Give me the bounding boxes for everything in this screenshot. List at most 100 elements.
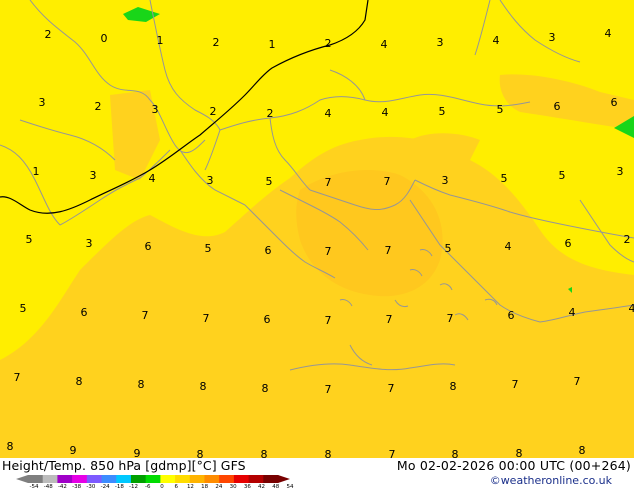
scale-swatch	[146, 475, 161, 483]
value-label: 7	[142, 309, 149, 322]
scale-swatch	[204, 475, 219, 483]
value-label: 7	[384, 175, 391, 188]
value-label: 0	[101, 32, 108, 45]
scale-swatch	[102, 475, 117, 483]
value-label: 8	[325, 448, 332, 458]
scale-swatch	[234, 475, 249, 483]
value-label: 8	[76, 375, 83, 388]
value-label: 6	[264, 313, 271, 326]
value-label: 5	[266, 175, 273, 188]
scale-swatch	[219, 475, 234, 483]
value-label: 4	[505, 240, 512, 253]
value-label: 4	[569, 306, 576, 319]
value-label: 5	[439, 105, 446, 118]
scale-swatch	[175, 475, 190, 483]
value-label: 8	[200, 380, 207, 393]
value-label: 5	[445, 242, 452, 255]
color-scale	[16, 474, 296, 484]
scale-swatch	[160, 475, 175, 483]
scale-tick-label: 54	[287, 484, 294, 490]
scale-tick-label: -48	[44, 484, 53, 490]
scale-swatch	[249, 475, 264, 483]
scale-arrow-right	[278, 475, 290, 483]
value-label: 6	[565, 237, 572, 250]
map-title: Height/Temp. 850 hPa [gdmp][°C] GFS	[2, 458, 246, 473]
value-label: 3	[152, 103, 159, 116]
value-label: 6	[508, 309, 515, 322]
scale-tick-label: -38	[72, 484, 81, 490]
value-label: 4	[493, 34, 500, 47]
scale-tick-label: 24	[215, 484, 222, 490]
value-label: 3	[86, 237, 93, 250]
scale-swatch	[43, 475, 58, 483]
value-label: 1	[269, 38, 276, 51]
value-label: 9	[134, 447, 141, 458]
scale-tick-label: -30	[86, 484, 95, 490]
scale-swatch	[87, 475, 102, 483]
value-label: 6	[81, 306, 88, 319]
value-label: 8	[262, 382, 269, 395]
scale-tick-label: 36	[244, 484, 251, 490]
value-label: 3	[39, 96, 46, 109]
value-label: 6	[145, 240, 152, 253]
value-label: 6	[265, 244, 272, 257]
value-label: 7	[325, 383, 332, 396]
scale-tick-label: 0	[160, 484, 164, 490]
scale-tick-label: -54	[30, 484, 39, 490]
value-label: 8	[579, 444, 586, 457]
value-label: 8	[450, 380, 457, 393]
value-label: 2	[267, 107, 274, 120]
value-label: 1	[157, 34, 164, 47]
value-label: 2	[325, 37, 332, 50]
value-label: 4	[629, 302, 634, 315]
scale-tick-label: 18	[201, 484, 208, 490]
value-label: 8	[138, 378, 145, 391]
value-label: 3	[207, 174, 214, 187]
value-label: 5	[205, 242, 212, 255]
value-label: 5	[559, 169, 566, 182]
value-label: 8	[7, 440, 14, 453]
value-label: 5	[497, 103, 504, 116]
footer: Height/Temp. 850 hPa [gdmp][°C] GFS Mo 0…	[0, 458, 634, 490]
weather-map: 2012124343432322445566134357735535365677…	[0, 0, 634, 458]
value-label: 7	[203, 312, 210, 325]
value-label: 2	[213, 36, 220, 49]
value-label: 4	[325, 107, 332, 120]
value-label: 7	[512, 378, 519, 391]
value-label: 1	[33, 165, 40, 178]
scale-swatch	[190, 475, 205, 483]
value-label: 5	[20, 302, 27, 315]
value-label: 5	[501, 172, 508, 185]
scale-swatch	[131, 475, 146, 483]
value-label: 8	[452, 448, 459, 458]
value-label: 9	[70, 444, 77, 457]
scale-tick-label: 48	[272, 484, 279, 490]
credit-link[interactable]: ©weatheronline.co.uk	[490, 474, 612, 487]
value-label: 7	[325, 245, 332, 258]
value-label: 4	[149, 172, 156, 185]
value-label: 7	[325, 314, 332, 327]
value-label: 2	[624, 233, 631, 246]
value-label: 7	[386, 313, 393, 326]
value-label: 7	[385, 244, 392, 257]
value-label: 2	[95, 100, 102, 113]
value-label: 4	[381, 38, 388, 51]
value-label: 8	[261, 448, 268, 458]
scale-swatch	[28, 475, 43, 483]
scale-tick-label: -18	[115, 484, 124, 490]
scale-tick-label: 6	[174, 484, 178, 490]
value-label: 3	[549, 31, 556, 44]
scale-tick-label: 12	[187, 484, 194, 490]
value-label: 8	[516, 447, 523, 458]
scale-tick-label: -42	[58, 484, 67, 490]
value-label: 3	[90, 169, 97, 182]
value-label: 2	[210, 105, 217, 118]
scale-tick-label: -24	[101, 484, 110, 490]
value-label: 3	[442, 174, 449, 187]
value-label: 6	[611, 96, 618, 109]
value-label: 4	[382, 106, 389, 119]
value-label: 7	[447, 312, 454, 325]
value-label: 7	[574, 375, 581, 388]
value-label: 6	[554, 100, 561, 113]
scale-tick-label: 30	[230, 484, 237, 490]
